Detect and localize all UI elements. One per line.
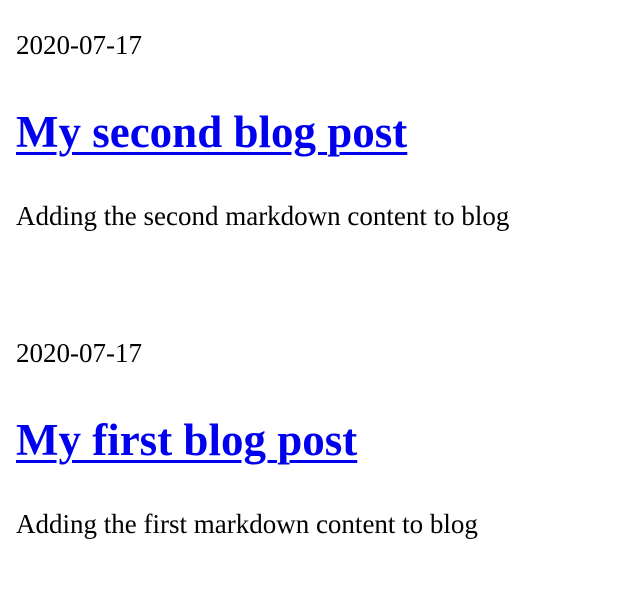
post-title-link[interactable]: My first blog post: [16, 415, 357, 465]
blog-post-item: 2020-07-17 My first blog post Adding the…: [16, 308, 616, 616]
post-list: 2020-07-17 My second blog post Adding th…: [0, 0, 632, 616]
blog-post-item: 2020-07-17 My second blog post Adding th…: [16, 0, 616, 308]
post-title-link[interactable]: My second blog post: [16, 107, 407, 157]
post-date: 2020-07-17: [16, 338, 142, 368]
post-excerpt: Adding the second markdown content to bl…: [16, 201, 510, 231]
post-excerpt: Adding the first markdown content to blo…: [16, 509, 478, 539]
post-date: 2020-07-17: [16, 30, 142, 60]
post-title-heading: My first blog post: [16, 414, 357, 466]
post-title-heading: My second blog post: [16, 106, 407, 158]
